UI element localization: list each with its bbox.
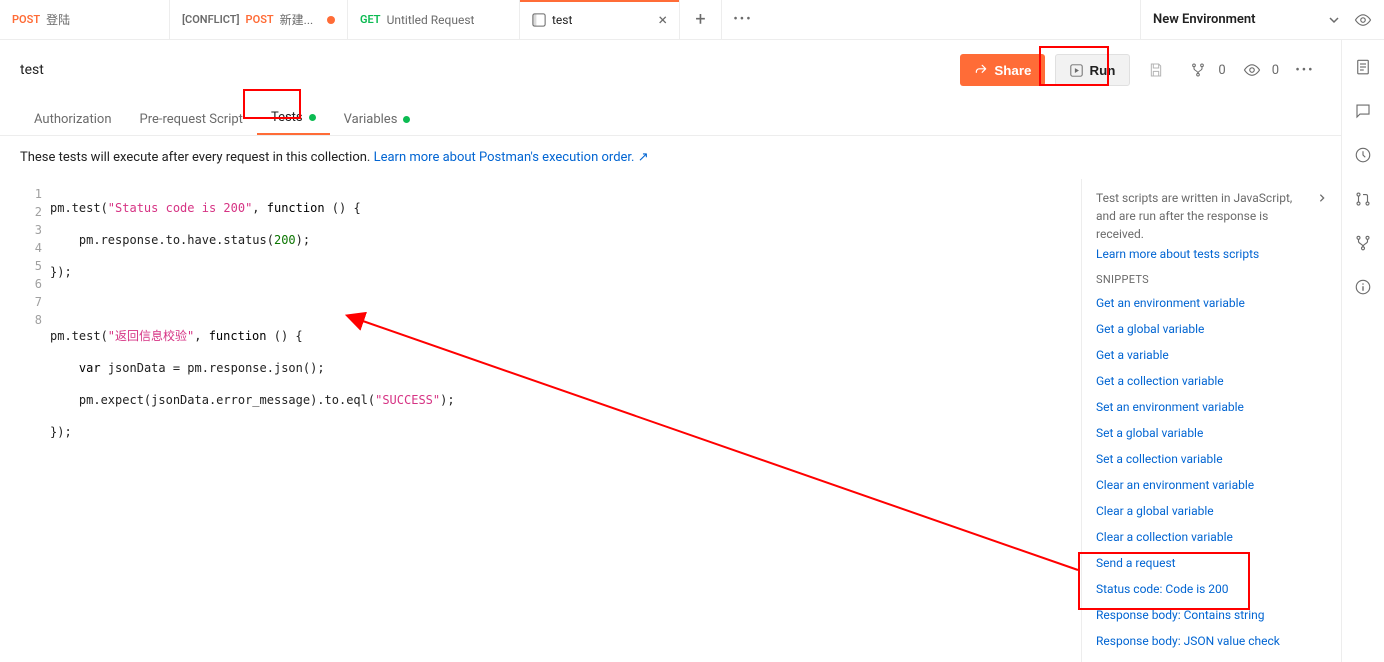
code-body[interactable]: pm.test("Status code is 200", function (… <box>50 179 1081 662</box>
run-button[interactable]: Run <box>1055 54 1130 86</box>
share-label: Share <box>994 63 1031 78</box>
snippet-item[interactable]: Clear a collection variable <box>1096 524 1327 550</box>
environment-name: New Environment <box>1153 12 1256 27</box>
ellipsis-icon: ••• <box>1295 63 1314 78</box>
method-badge: GET <box>360 13 381 26</box>
tab-overflow-button[interactable]: ••• <box>722 0 764 39</box>
snippet-item[interactable]: Set a global variable <box>1096 420 1327 446</box>
documentation-icon[interactable] <box>1354 58 1372 76</box>
tab-request-login[interactable]: POST 登陆 <box>0 0 170 39</box>
collection-subtabs: Authorization Pre-request Script Tests V… <box>0 100 1341 136</box>
tests-description: These tests will execute after every req… <box>0 136 1341 179</box>
run-label: Run <box>1089 63 1115 78</box>
snippets-panel: Test scripts are written in JavaScript, … <box>1081 179 1341 662</box>
tests-learn-more-link[interactable]: Learn more about tests scripts <box>1096 247 1327 261</box>
desc-text: These tests will execute after every req… <box>20 150 374 165</box>
unsaved-indicator <box>327 16 335 24</box>
info-icon[interactable] <box>1354 278 1372 296</box>
fork-button[interactable] <box>1182 54 1214 86</box>
forks-icon[interactable] <box>1354 234 1372 252</box>
code-editor[interactable]: 1 2 3 4 5 6 7 8 pm.test("Status code is … <box>0 179 1081 662</box>
snippet-item[interactable]: Response body: Contains string <box>1096 602 1327 628</box>
context-bar <box>1342 40 1384 662</box>
environment-quicklook-icon[interactable] <box>1354 11 1372 29</box>
plus-icon: + <box>695 9 705 30</box>
chevron-right-icon[interactable] <box>1317 193 1327 203</box>
snippet-item[interactable]: Clear an environment variable <box>1096 472 1327 498</box>
tab-request-untitled[interactable]: GET Untitled Request <box>348 0 520 39</box>
save-button <box>1140 54 1172 86</box>
changelog-icon[interactable] <box>1354 146 1372 164</box>
snippet-item[interactable]: Status code: Code is 200 <box>1096 576 1327 602</box>
more-actions-button[interactable]: ••• <box>1289 54 1321 86</box>
play-icon <box>1070 64 1083 77</box>
subtab-prerequest[interactable]: Pre-request Script <box>126 104 257 135</box>
top-tab-bar: POST 登陆 [CONFLICT] POST 新建... GET Untitl… <box>0 0 1384 40</box>
snippet-item[interactable]: Get a variable <box>1096 342 1327 368</box>
new-tab-button[interactable]: + <box>680 0 722 39</box>
snippets-desc: Test scripts are written in JavaScript, … <box>1096 189 1307 243</box>
has-content-indicator <box>403 116 410 123</box>
snippet-item[interactable]: Response body: JSON value check <box>1096 628 1327 654</box>
subtab-variables[interactable]: Variables <box>330 104 425 135</box>
ellipsis-icon: ••• <box>733 12 752 27</box>
environment-selector[interactable]: New Environment <box>1140 0 1384 39</box>
watch-button[interactable] <box>1236 54 1268 86</box>
method-badge: POST <box>12 13 40 26</box>
collection-title[interactable]: test <box>20 62 950 78</box>
learn-more-link[interactable]: Learn more about Postman's execution ord… <box>374 150 649 165</box>
tab-label: test <box>552 13 572 27</box>
share-button[interactable]: Share <box>960 54 1045 86</box>
snippet-item[interactable]: Get a global variable <box>1096 316 1327 342</box>
pull-requests-icon[interactable] <box>1354 190 1372 208</box>
tabs-region: POST 登陆 [CONFLICT] POST 新建... GET Untitl… <box>0 0 1140 39</box>
tab-collection-test[interactable]: test × <box>520 0 680 39</box>
tab-label: 登陆 <box>46 11 70 28</box>
snippet-item[interactable]: Set a collection variable <box>1096 446 1327 472</box>
snippet-item[interactable]: Get a collection variable <box>1096 368 1327 394</box>
share-icon <box>974 63 988 77</box>
comments-icon[interactable] <box>1354 102 1372 120</box>
tab-label: Untitled Request <box>387 13 475 27</box>
subtab-tests[interactable]: Tests <box>257 102 330 135</box>
collection-icon <box>532 13 546 27</box>
method-badge: POST <box>246 13 274 26</box>
snippet-item[interactable]: Set an environment variable <box>1096 394 1327 420</box>
tab-request-new[interactable]: [CONFLICT] POST 新建... <box>170 0 348 39</box>
tab-label: 新建... <box>280 11 314 28</box>
close-icon[interactable]: × <box>658 12 667 28</box>
chevron-down-icon <box>1328 14 1340 26</box>
snippet-item[interactable]: Get an environment variable <box>1096 290 1327 316</box>
watch-count: 0 <box>1272 63 1279 78</box>
subtab-tests-label: Tests <box>271 110 303 125</box>
has-content-indicator <box>309 114 316 121</box>
snippet-item[interactable]: Send a request <box>1096 550 1327 576</box>
collection-header: test Share Run 0 <box>0 40 1341 100</box>
snippet-item[interactable]: Response body: Is equal to a string <box>1096 654 1327 662</box>
subtab-variables-label: Variables <box>344 112 398 127</box>
subtab-authorization[interactable]: Authorization <box>20 104 126 135</box>
line-gutter: 1 2 3 4 5 6 7 8 <box>20 179 50 662</box>
fork-count: 0 <box>1218 63 1225 78</box>
snippet-item[interactable]: Clear a global variable <box>1096 498 1327 524</box>
snippets-heading: SNIPPETS <box>1096 273 1327 286</box>
conflict-badge: [CONFLICT] <box>182 13 240 26</box>
